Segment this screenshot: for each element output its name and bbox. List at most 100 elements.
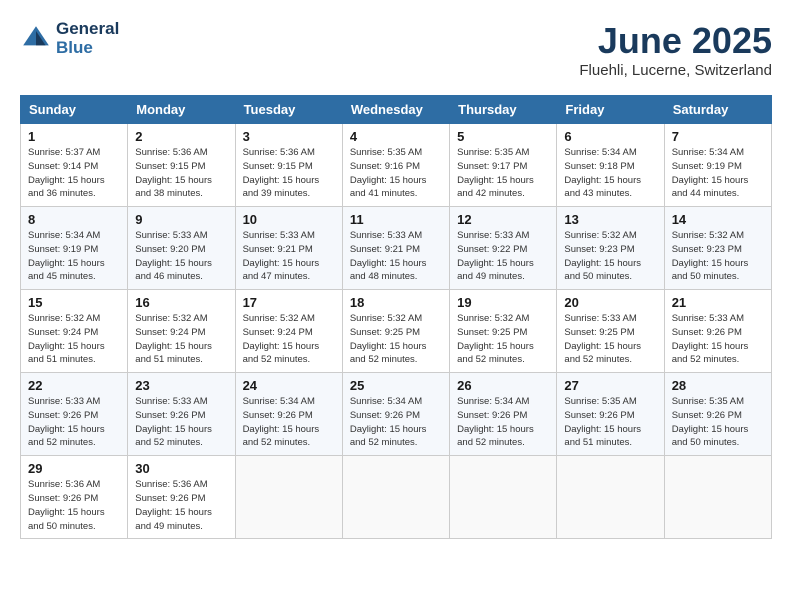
day-info: Sunrise: 5:37 AM Sunset: 9:14 PM Dayligh… (28, 146, 120, 201)
day-number: 16 (135, 295, 227, 310)
calendar-header-row: SundayMondayTuesdayWednesdayThursdayFrid… (21, 96, 772, 124)
day-number: 21 (672, 295, 764, 310)
day-info: Sunrise: 5:36 AM Sunset: 9:15 PM Dayligh… (243, 146, 335, 201)
day-number: 13 (564, 212, 656, 227)
day-info: Sunrise: 5:35 AM Sunset: 9:17 PM Dayligh… (457, 146, 549, 201)
day-number: 18 (350, 295, 442, 310)
day-info: Sunrise: 5:35 AM Sunset: 9:26 PM Dayligh… (564, 395, 656, 450)
weekday-header-sunday: Sunday (21, 96, 128, 124)
calendar-body: 1 Sunrise: 5:37 AM Sunset: 9:14 PM Daylig… (21, 124, 772, 539)
day-info: Sunrise: 5:32 AM Sunset: 9:24 PM Dayligh… (243, 312, 335, 367)
calendar-cell: 27Sunrise: 5:35 AM Sunset: 9:26 PM Dayli… (557, 373, 664, 456)
calendar-cell: 11 Sunrise: 5:33 AM Sunset: 9:21 PM Dayli… (342, 207, 449, 290)
calendar-cell: 4Sunrise: 5:35 AM Sunset: 9:16 PM Daylig… (342, 124, 449, 207)
calendar-week-4: 22 Sunrise: 5:33 AM Sunset: 9:26 PM Dayli… (21, 373, 772, 456)
calendar-week-2: 8Sunrise: 5:34 AM Sunset: 9:19 PM Daylig… (21, 207, 772, 290)
calendar-cell: 14 Sunrise: 5:32 AM Sunset: 9:23 PM Dayli… (664, 207, 771, 290)
calendar-cell: 13 Sunrise: 5:32 AM Sunset: 9:23 PM Dayli… (557, 207, 664, 290)
day-info: Sunrise: 5:33 AM Sunset: 9:26 PM Dayligh… (28, 395, 120, 450)
calendar-cell: 20Sunrise: 5:33 AM Sunset: 9:25 PM Dayli… (557, 290, 664, 373)
calendar-week-3: 15Sunrise: 5:32 AM Sunset: 9:24 PM Dayli… (21, 290, 772, 373)
day-info: Sunrise: 5:32 AM Sunset: 9:23 PM Dayligh… (564, 229, 656, 284)
day-number: 26 (457, 378, 549, 393)
calendar-cell: 21 Sunrise: 5:33 AM Sunset: 9:26 PM Dayli… (664, 290, 771, 373)
day-info: Sunrise: 5:33 AM Sunset: 9:26 PM Dayligh… (672, 312, 764, 367)
calendar-cell: 24Sunrise: 5:34 AM Sunset: 9:26 PM Dayli… (235, 373, 342, 456)
calendar-table: SundayMondayTuesdayWednesdayThursdayFrid… (20, 95, 772, 539)
weekday-header-monday: Monday (128, 96, 235, 124)
day-info: Sunrise: 5:35 AM Sunset: 9:16 PM Dayligh… (350, 146, 442, 201)
day-number: 7 (672, 129, 764, 144)
day-number: 2 (135, 129, 227, 144)
calendar-cell (342, 456, 449, 539)
day-info: Sunrise: 5:33 AM Sunset: 9:21 PM Dayligh… (350, 229, 442, 284)
calendar-cell: 18 Sunrise: 5:32 AM Sunset: 9:25 PM Dayli… (342, 290, 449, 373)
calendar-cell (235, 456, 342, 539)
day-info: Sunrise: 5:33 AM Sunset: 9:22 PM Dayligh… (457, 229, 549, 284)
day-info: Sunrise: 5:33 AM Sunset: 9:25 PM Dayligh… (564, 312, 656, 367)
calendar-cell: 15Sunrise: 5:32 AM Sunset: 9:24 PM Dayli… (21, 290, 128, 373)
day-info: Sunrise: 5:32 AM Sunset: 9:23 PM Dayligh… (672, 229, 764, 284)
day-number: 29 (28, 461, 120, 476)
weekday-header-thursday: Thursday (450, 96, 557, 124)
day-info: Sunrise: 5:34 AM Sunset: 9:26 PM Dayligh… (350, 395, 442, 450)
calendar-cell: 9Sunrise: 5:33 AM Sunset: 9:20 PM Daylig… (128, 207, 235, 290)
day-info: Sunrise: 5:35 AM Sunset: 9:26 PM Dayligh… (672, 395, 764, 450)
day-info: Sunrise: 5:34 AM Sunset: 9:26 PM Dayligh… (243, 395, 335, 450)
day-number: 1 (28, 129, 120, 144)
title-area: June 2025 Fluehli, Lucerne, Switzerland (579, 20, 772, 79)
calendar-cell: 8Sunrise: 5:34 AM Sunset: 9:19 PM Daylig… (21, 207, 128, 290)
calendar-cell (450, 456, 557, 539)
calendar-cell: 22 Sunrise: 5:33 AM Sunset: 9:26 PM Dayli… (21, 373, 128, 456)
day-info: Sunrise: 5:36 AM Sunset: 9:26 PM Dayligh… (135, 478, 227, 533)
day-info: Sunrise: 5:33 AM Sunset: 9:21 PM Dayligh… (243, 229, 335, 284)
day-info: Sunrise: 5:32 AM Sunset: 9:24 PM Dayligh… (135, 312, 227, 367)
day-number: 23 (135, 378, 227, 393)
calendar-cell: 1 Sunrise: 5:37 AM Sunset: 9:14 PM Daylig… (21, 124, 128, 207)
day-number: 30 (135, 461, 227, 476)
day-number: 22 (28, 378, 120, 393)
day-number: 28 (672, 378, 764, 393)
calendar-cell: 28 Sunrise: 5:35 AM Sunset: 9:26 PM Dayli… (664, 373, 771, 456)
day-number: 19 (457, 295, 549, 310)
calendar-cell: 19 Sunrise: 5:32 AM Sunset: 9:25 PM Dayli… (450, 290, 557, 373)
day-number: 17 (243, 295, 335, 310)
calendar-cell: 16 Sunrise: 5:32 AM Sunset: 9:24 PM Dayli… (128, 290, 235, 373)
day-number: 14 (672, 212, 764, 227)
day-info: Sunrise: 5:34 AM Sunset: 9:26 PM Dayligh… (457, 395, 549, 450)
logo-text: General Blue (56, 20, 119, 57)
day-number: 11 (350, 212, 442, 227)
day-number: 8 (28, 212, 120, 227)
calendar-week-5: 29 Sunrise: 5:36 AM Sunset: 9:26 PM Dayli… (21, 456, 772, 539)
calendar-cell: 30 Sunrise: 5:36 AM Sunset: 9:26 PM Dayli… (128, 456, 235, 539)
logo: General Blue (20, 20, 119, 57)
calendar-cell: 10Sunrise: 5:33 AM Sunset: 9:21 PM Dayli… (235, 207, 342, 290)
day-number: 9 (135, 212, 227, 227)
calendar-cell: 17 Sunrise: 5:32 AM Sunset: 9:24 PM Dayli… (235, 290, 342, 373)
calendar-cell: 23 Sunrise: 5:33 AM Sunset: 9:26 PM Dayli… (128, 373, 235, 456)
day-number: 6 (564, 129, 656, 144)
day-info: Sunrise: 5:34 AM Sunset: 9:19 PM Dayligh… (672, 146, 764, 201)
calendar-cell: 2 Sunrise: 5:36 AM Sunset: 9:15 PM Daylig… (128, 124, 235, 207)
weekday-header-wednesday: Wednesday (342, 96, 449, 124)
calendar-cell: 6Sunrise: 5:34 AM Sunset: 9:18 PM Daylig… (557, 124, 664, 207)
location: Fluehli, Lucerne, Switzerland (579, 62, 772, 79)
day-info: Sunrise: 5:33 AM Sunset: 9:26 PM Dayligh… (135, 395, 227, 450)
calendar-cell: 12 Sunrise: 5:33 AM Sunset: 9:22 PM Dayli… (450, 207, 557, 290)
calendar-cell: 25Sunrise: 5:34 AM Sunset: 9:26 PM Dayli… (342, 373, 449, 456)
weekday-header-saturday: Saturday (664, 96, 771, 124)
day-info: Sunrise: 5:32 AM Sunset: 9:25 PM Dayligh… (457, 312, 549, 367)
weekday-header-friday: Friday (557, 96, 664, 124)
day-info: Sunrise: 5:36 AM Sunset: 9:15 PM Dayligh… (135, 146, 227, 201)
calendar-week-1: 1 Sunrise: 5:37 AM Sunset: 9:14 PM Daylig… (21, 124, 772, 207)
calendar-cell: 26 Sunrise: 5:34 AM Sunset: 9:26 PM Dayli… (450, 373, 557, 456)
calendar-cell (557, 456, 664, 539)
calendar-cell: 5 Sunrise: 5:35 AM Sunset: 9:17 PM Daylig… (450, 124, 557, 207)
day-number: 5 (457, 129, 549, 144)
page-header: General Blue June 2025 Fluehli, Lucerne,… (20, 20, 772, 79)
logo-container: General Blue (20, 20, 119, 57)
day-info: Sunrise: 5:32 AM Sunset: 9:24 PM Dayligh… (28, 312, 120, 367)
day-info: Sunrise: 5:36 AM Sunset: 9:26 PM Dayligh… (28, 478, 120, 533)
day-info: Sunrise: 5:32 AM Sunset: 9:25 PM Dayligh… (350, 312, 442, 367)
day-number: 12 (457, 212, 549, 227)
